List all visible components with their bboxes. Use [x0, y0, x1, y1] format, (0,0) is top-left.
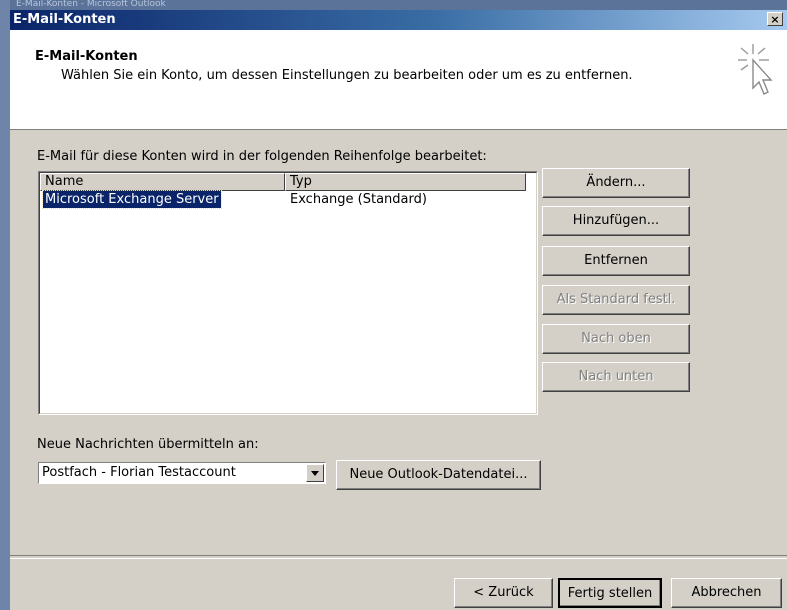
move-down-button[interactable]: Nach unten	[542, 362, 690, 392]
add-button[interactable]: Hinzufügen...	[542, 206, 690, 236]
list-item[interactable]: Microsoft Exchange Server Exchange (Stan…	[40, 190, 536, 209]
column-header-name[interactable]: Name	[40, 173, 285, 191]
remove-button[interactable]: Entfernen	[542, 246, 690, 276]
window-title: E-Mail-Konten	[13, 12, 116, 27]
accounts-list[interactable]: Name Typ Microsoft Exchange Server Excha…	[38, 171, 538, 415]
delivery-location-value: Postfach - Florian Testaccount	[42, 465, 236, 480]
email-accounts-dialog: E-Mail-Konten × E-Mail-Konten Wählen Sie…	[10, 10, 787, 610]
chevron-down-icon[interactable]	[306, 464, 324, 482]
account-name: Microsoft Exchange Server	[42, 190, 222, 209]
set-default-button[interactable]: Als Standard festl.	[542, 285, 690, 315]
background-window-caption: E-Mail-Konten - Microsoft Outlook	[16, 0, 166, 9]
close-button[interactable]: ×	[767, 12, 783, 26]
background-window-edge	[0, 0, 10, 610]
delivery-label: Neue Nachrichten übermitteln an:	[37, 437, 259, 452]
new-data-file-button[interactable]: Neue Outlook-Datendatei...	[336, 460, 541, 490]
wizard-cursor-icon	[738, 44, 773, 95]
header-title: E-Mail-Konten	[35, 49, 138, 64]
move-up-button[interactable]: Nach oben	[542, 324, 690, 354]
wizard-header: E-Mail-Konten Wählen Sie ein Konto, um d…	[10, 30, 787, 130]
footer-divider	[10, 555, 787, 559]
finish-button[interactable]: Fertig stellen	[558, 578, 662, 608]
column-header-type[interactable]: Typ	[285, 173, 526, 191]
background-window-strip: E-Mail-Konten - Microsoft Outlook	[0, 0, 787, 10]
accounts-caption: E-Mail für diese Konten wird in der folg…	[37, 149, 487, 164]
delivery-location-select[interactable]: Postfach - Florian Testaccount	[38, 462, 326, 484]
back-button[interactable]: < Zurück	[454, 578, 553, 608]
change-button[interactable]: Ändern...	[542, 168, 690, 198]
account-type: Exchange (Standard)	[290, 192, 427, 207]
cancel-button[interactable]: Abbrechen	[671, 578, 782, 608]
title-bar[interactable]: E-Mail-Konten ×	[10, 10, 787, 30]
header-description: Wählen Sie ein Konto, um dessen Einstell…	[61, 68, 633, 83]
